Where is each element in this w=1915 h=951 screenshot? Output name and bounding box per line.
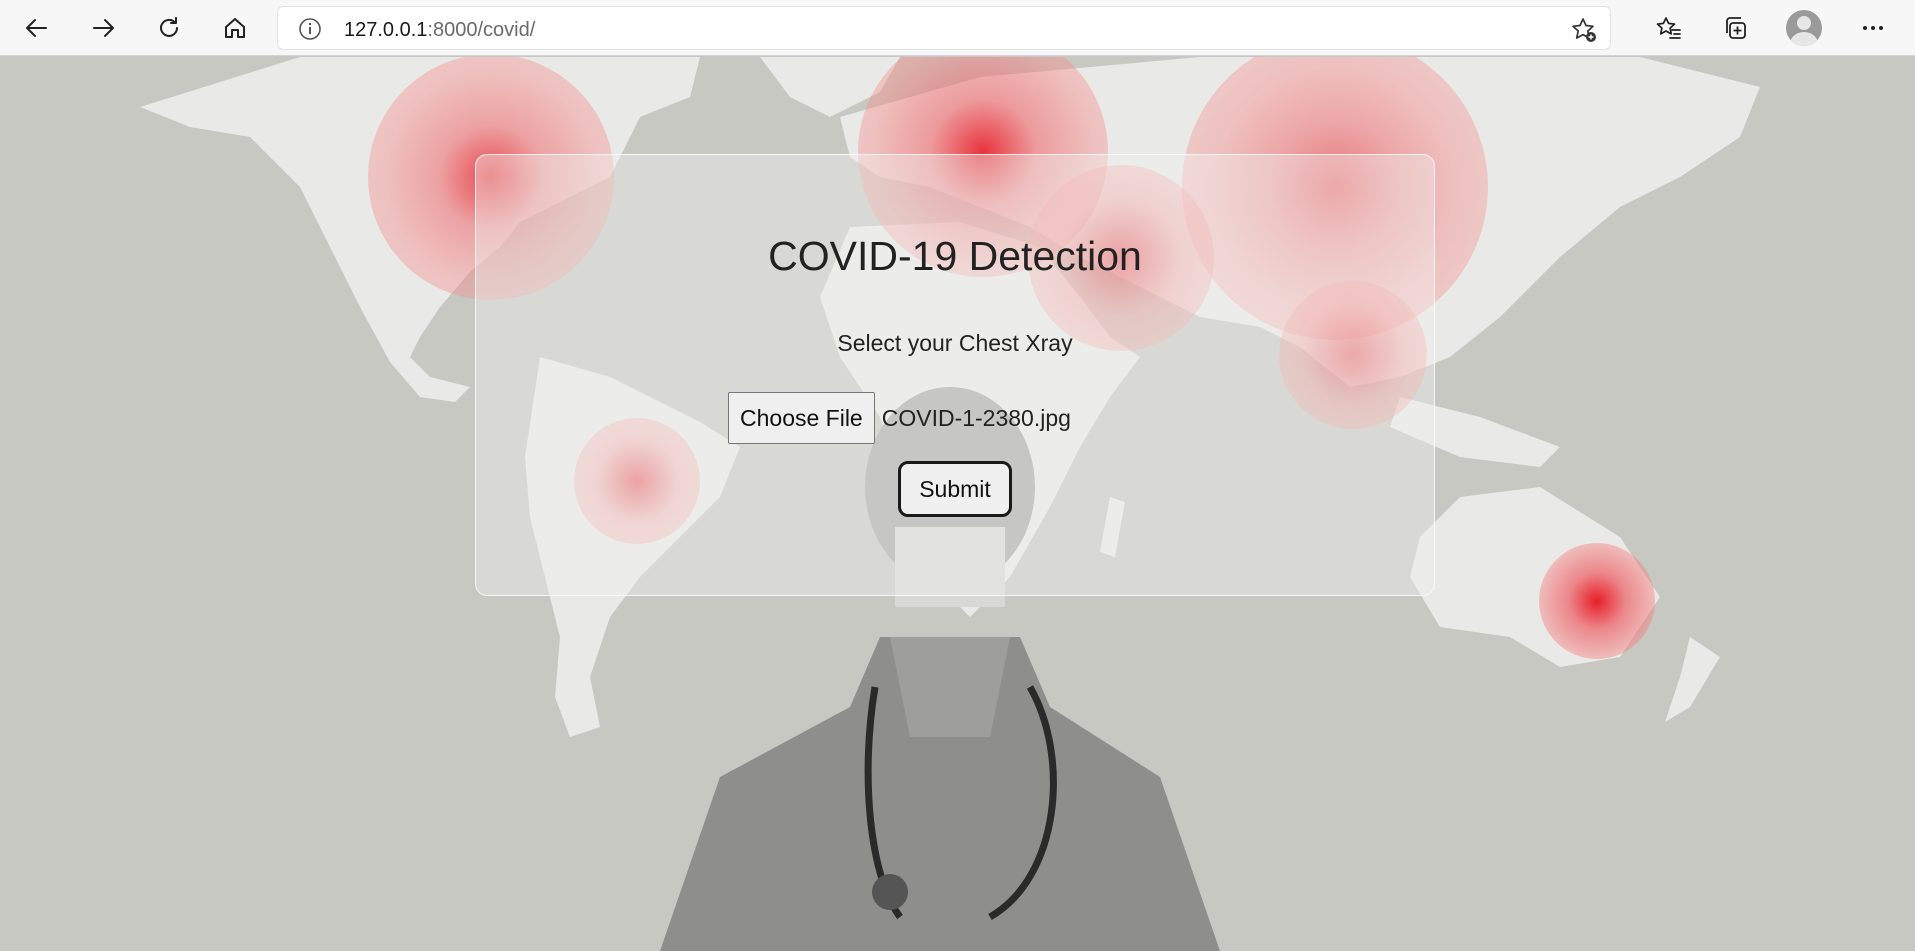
- file-input[interactable]: Choose File COVID-1-2380.jpg: [728, 392, 1071, 444]
- more-icon: [1863, 26, 1883, 30]
- home-icon: [225, 18, 245, 38]
- collections-icon: [1726, 17, 1746, 39]
- back-icon: [26, 19, 47, 37]
- page-viewport: COVID-19 Detection Select your Chest Xra…: [0, 57, 1915, 951]
- browser-toolbar: 127.0.0.1:8000/covid/: [0, 0, 1915, 56]
- hotspot-australia: [1539, 543, 1655, 659]
- address-bar[interactable]: 127.0.0.1:8000/covid/: [277, 6, 1611, 50]
- forward-button[interactable]: [83, 8, 123, 48]
- refresh-button[interactable]: [149, 8, 189, 48]
- map-new-zealand: [1665, 637, 1720, 722]
- choose-file-button[interactable]: Choose File: [728, 392, 875, 444]
- submit-button[interactable]: Submit: [898, 461, 1012, 517]
- home-button[interactable]: [215, 8, 255, 48]
- page-title: COVID-19 Detection: [768, 233, 1142, 279]
- refresh-icon: [160, 17, 178, 37]
- back-button[interactable]: [17, 8, 57, 48]
- add-favorite-icon[interactable]: [1570, 16, 1598, 44]
- url-host: 127.0.0.1: [344, 19, 428, 41]
- upload-prompt: Select your Chest Xray: [837, 330, 1073, 356]
- favorites-button[interactable]: [1649, 8, 1689, 48]
- detection-form-card: COVID-19 Detection Select your Chest Xra…: [475, 154, 1435, 596]
- more-button[interactable]: [1853, 8, 1893, 48]
- selected-file-name: COVID-1-2380.jpg: [881, 404, 1071, 431]
- forward-icon: [93, 19, 114, 37]
- profile-avatar[interactable]: [1786, 10, 1822, 46]
- url-path: :8000/covid/: [427, 19, 536, 41]
- info-icon[interactable]: [298, 17, 322, 41]
- url-text[interactable]: 127.0.0.1:8000/covid/: [344, 19, 535, 42]
- favorites-icon: [1656, 17, 1681, 39]
- collections-button[interactable]: [1715, 8, 1755, 48]
